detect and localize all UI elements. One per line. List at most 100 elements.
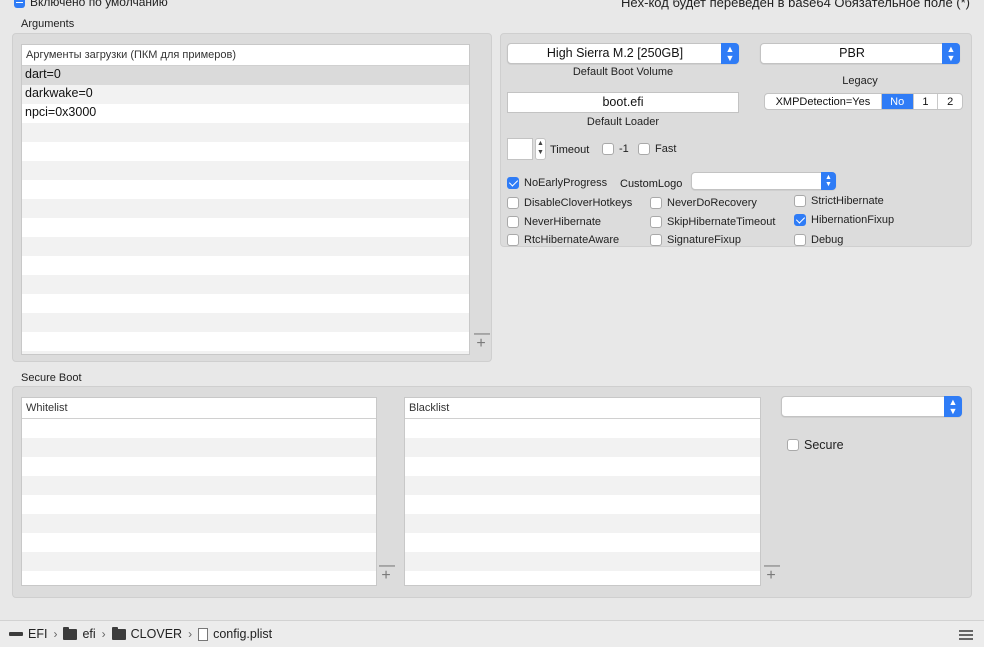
table-row[interactable] — [405, 533, 760, 552]
table-row[interactable]: dart=0 — [22, 66, 469, 85]
table-row[interactable] — [22, 161, 469, 180]
checkbox-checked[interactable] — [507, 177, 519, 189]
default-enabled-checkbox[interactable]: Включено по умолчанию — [0, 0, 168, 9]
debug-checkbox[interactable]: Debug — [794, 234, 843, 246]
xmp-detection-no-segment[interactable]: No — [880, 94, 913, 109]
checkbox-box[interactable] — [507, 216, 519, 228]
top-bar: Включено по умолчанию Hex-код будет пере… — [0, 0, 984, 12]
add-whitelist-button[interactable]: + — [381, 567, 390, 584]
path-label: EFI — [28, 627, 48, 641]
fast-label: Fast — [655, 143, 677, 155]
table-row[interactable] — [22, 514, 376, 533]
table-row[interactable] — [405, 552, 760, 571]
table-row[interactable] — [22, 123, 469, 142]
table-row[interactable] — [405, 476, 760, 495]
whitelist-table[interactable]: Whitelist — [21, 397, 377, 586]
xmp-detection-segmented: XMPDetection=Yes No 1 2 — [764, 93, 963, 110]
table-row[interactable] — [22, 552, 376, 571]
table-row[interactable] — [22, 275, 469, 294]
path-item-efi-folder[interactable]: efi — [63, 626, 96, 641]
table-row[interactable] — [405, 457, 760, 476]
table-row[interactable] — [405, 571, 760, 585]
path-item-efi-volume[interactable]: EFI — [9, 627, 47, 641]
secure-boot-policy-select[interactable]: ▲ ▼ — [781, 396, 962, 417]
debug-label: Debug — [811, 234, 844, 246]
table-row[interactable] — [22, 495, 376, 514]
table-row[interactable] — [22, 571, 376, 585]
timeout-minus-one-checkbox[interactable]: -1 — [602, 143, 629, 155]
blacklist-table[interactable]: Blacklist — [404, 397, 761, 586]
custom-logo-select[interactable]: ▲ ▼ — [691, 172, 836, 190]
signature-fixup-checkbox[interactable]: SignatureFixup — [650, 234, 741, 246]
table-row[interactable] — [22, 533, 376, 552]
checkbox-box[interactable] — [650, 197, 662, 209]
rtc-hibernate-aware-checkbox[interactable]: RtcHibernateAware — [507, 234, 619, 246]
disable-clover-hotkeys-label: DisableCloverHotkeys — [524, 197, 633, 209]
never-hibernate-checkbox[interactable]: NeverHibernate — [507, 216, 601, 228]
blacklist-header[interactable]: Blacklist — [405, 398, 760, 419]
hibernation-fixup-checkbox[interactable]: HibernationFixup — [794, 214, 894, 226]
xmp-detection-yes-segment[interactable]: XMPDetection=Yes — [765, 94, 881, 109]
checkbox-box[interactable] — [787, 439, 799, 451]
strict-hibernate-checkbox[interactable]: StrictHibernate — [794, 195, 884, 207]
default-boot-volume-select[interactable]: High Sierra M.2 [250GB] ▲ ▼ — [507, 43, 739, 64]
table-row[interactable] — [405, 514, 760, 533]
checkbox-box[interactable] — [507, 234, 519, 246]
path-item-clover-folder[interactable]: CLOVER — [111, 626, 182, 641]
arguments-group: Аргументы загрузки (ПКМ для примеров) da… — [12, 33, 492, 362]
checkbox-box[interactable] — [602, 143, 614, 155]
add-argument-button[interactable]: + — [476, 335, 485, 352]
legacy-select[interactable]: PBR ▲ ▼ — [760, 43, 960, 64]
secure-checkbox[interactable]: Secure — [787, 438, 844, 452]
add-blacklist-button[interactable]: + — [766, 567, 775, 584]
timeout-stepper[interactable]: ▲ ▼ — [535, 138, 546, 160]
table-row[interactable] — [405, 438, 760, 457]
whitelist-add-remove: — + — [379, 558, 395, 584]
disable-clover-hotkeys-checkbox[interactable]: DisableCloverHotkeys — [507, 197, 632, 209]
default-loader-field[interactable]: boot.efi — [507, 92, 739, 113]
table-row[interactable] — [22, 294, 469, 313]
path-item-config-plist[interactable]: config.plist — [198, 627, 272, 641]
checkbox-box[interactable] — [507, 197, 519, 209]
xmp-detection-1-segment[interactable]: 1 — [912, 94, 938, 109]
mixed-state-checkbox-icon[interactable] — [14, 0, 25, 8]
skip-hibernate-timeout-checkbox[interactable]: SkipHibernateTimeout — [650, 216, 775, 228]
never-do-recovery-checkbox[interactable]: NeverDoRecovery — [650, 197, 757, 209]
checkbox-box[interactable] — [638, 143, 650, 155]
rtc-hibernate-aware-label: RtcHibernateAware — [524, 234, 620, 246]
checkbox-box[interactable] — [794, 195, 806, 207]
menu-icon[interactable] — [959, 630, 973, 640]
whitelist-header[interactable]: Whitelist — [22, 398, 376, 419]
table-row[interactable] — [405, 495, 760, 514]
blacklist-add-remove: — + — [764, 558, 780, 584]
timeout-field[interactable] — [507, 138, 533, 160]
checkbox-checked[interactable] — [794, 214, 806, 226]
chevron-updown-icon: ▲ ▼ — [821, 172, 836, 190]
table-row[interactable] — [22, 476, 376, 495]
table-row[interactable] — [405, 419, 760, 438]
xmp-detection-2-segment[interactable]: 2 — [937, 94, 962, 109]
arguments-table[interactable]: Аргументы загрузки (ПКМ для примеров) da… — [21, 44, 470, 355]
table-row[interactable] — [22, 142, 469, 161]
checkbox-box[interactable] — [650, 216, 662, 228]
table-row[interactable] — [22, 457, 376, 476]
table-row[interactable] — [22, 218, 469, 237]
table-row[interactable] — [22, 256, 469, 275]
fast-checkbox[interactable]: Fast — [638, 143, 676, 155]
table-row[interactable]: npci=0x3000 — [22, 104, 469, 123]
table-row[interactable]: darkwake=0 — [22, 85, 469, 104]
checkbox-box[interactable] — [650, 234, 662, 246]
never-do-recovery-label: NeverDoRecovery — [667, 197, 757, 209]
table-row[interactable] — [22, 237, 469, 256]
table-row[interactable] — [22, 351, 469, 354]
table-row[interactable] — [22, 199, 469, 218]
table-row[interactable] — [22, 180, 469, 199]
table-row[interactable] — [22, 332, 469, 351]
arguments-table-header[interactable]: Аргументы загрузки (ПКМ для примеров) — [22, 45, 469, 66]
arguments-section-title: Arguments — [21, 18, 75, 30]
table-row[interactable] — [22, 419, 376, 438]
checkbox-box[interactable] — [794, 234, 806, 246]
table-row[interactable] — [22, 438, 376, 457]
table-row[interactable] — [22, 313, 469, 332]
no-early-progress-checkbox[interactable]: NoEarlyProgress — [507, 177, 607, 189]
